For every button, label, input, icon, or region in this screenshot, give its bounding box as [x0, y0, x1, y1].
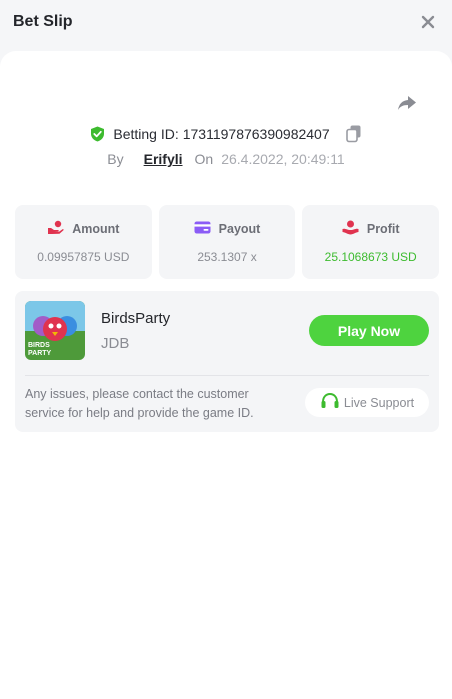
stat-amount-label: Amount	[72, 222, 120, 236]
live-support-button[interactable]: Live Support	[305, 388, 429, 417]
page-title: Bet Slip	[13, 13, 73, 30]
stat-payout-value: 253.1307 x	[197, 250, 257, 264]
play-now-button[interactable]: Play Now	[309, 315, 429, 346]
bet-slip-panel: Betting ID: 1731197876390982407 By Erify…	[0, 51, 452, 699]
stat-profit-value: 25.1068673 USD	[324, 250, 417, 264]
on-label: On	[194, 151, 214, 167]
profit-hand-icon	[342, 220, 359, 238]
live-support-label: Live Support	[343, 395, 415, 410]
username-link[interactable]: Erifyli	[144, 151, 183, 167]
betting-id-row: Betting ID: 1731197876390982407	[0, 123, 452, 145]
help-text: Any issues, please contact the customer …	[25, 387, 254, 420]
stat-profit-label: Profit	[366, 222, 400, 236]
bet-meta-row: By Erifyli On 26.4.2022, 20:49:11	[0, 149, 452, 169]
copy-icon[interactable]	[345, 125, 362, 143]
game-card: BIRDS PARTY BirdsParty JDB Play Now Any …	[15, 291, 439, 432]
by-label: By	[107, 151, 124, 167]
amount-icon	[47, 220, 64, 238]
stat-payout-header: Payout	[194, 220, 261, 238]
game-name: BirdsParty	[101, 310, 171, 327]
bet-date: 26.4.2022, 20:49:11	[221, 151, 345, 167]
payout-card-icon	[194, 221, 211, 237]
betting-id-label: Betting ID:	[113, 126, 179, 142]
header: Bet Slip	[0, 0, 452, 44]
stat-profit-header: Profit	[342, 220, 400, 238]
stat-amount: Amount 0.09957875 USD	[15, 205, 152, 279]
svg-text:PARTY: PARTY	[28, 350, 52, 357]
stat-payout-label: Payout	[218, 222, 261, 236]
svg-text:BIRDS: BIRDS	[28, 342, 50, 349]
headset-icon	[320, 392, 340, 413]
stat-amount-header: Amount	[47, 220, 119, 238]
share-icon[interactable]	[395, 91, 419, 115]
game-provider: JDB	[101, 335, 130, 352]
divider	[25, 375, 429, 376]
stat-payout: Payout 253.1307 x	[158, 205, 296, 279]
bet-stats: Amount 0.09957875 USD Payout 253.1307 x	[15, 205, 440, 279]
stat-profit: Profit 25.1068673 USD	[302, 205, 440, 279]
betting-id-value: 1731197876390982407	[182, 126, 330, 142]
stat-amount-value: 0.09957875 USD	[37, 250, 130, 264]
shield-check-icon	[90, 126, 105, 142]
game-thumbnail[interactable]: BIRDS PARTY	[25, 301, 85, 360]
close-icon[interactable]	[418, 12, 438, 32]
